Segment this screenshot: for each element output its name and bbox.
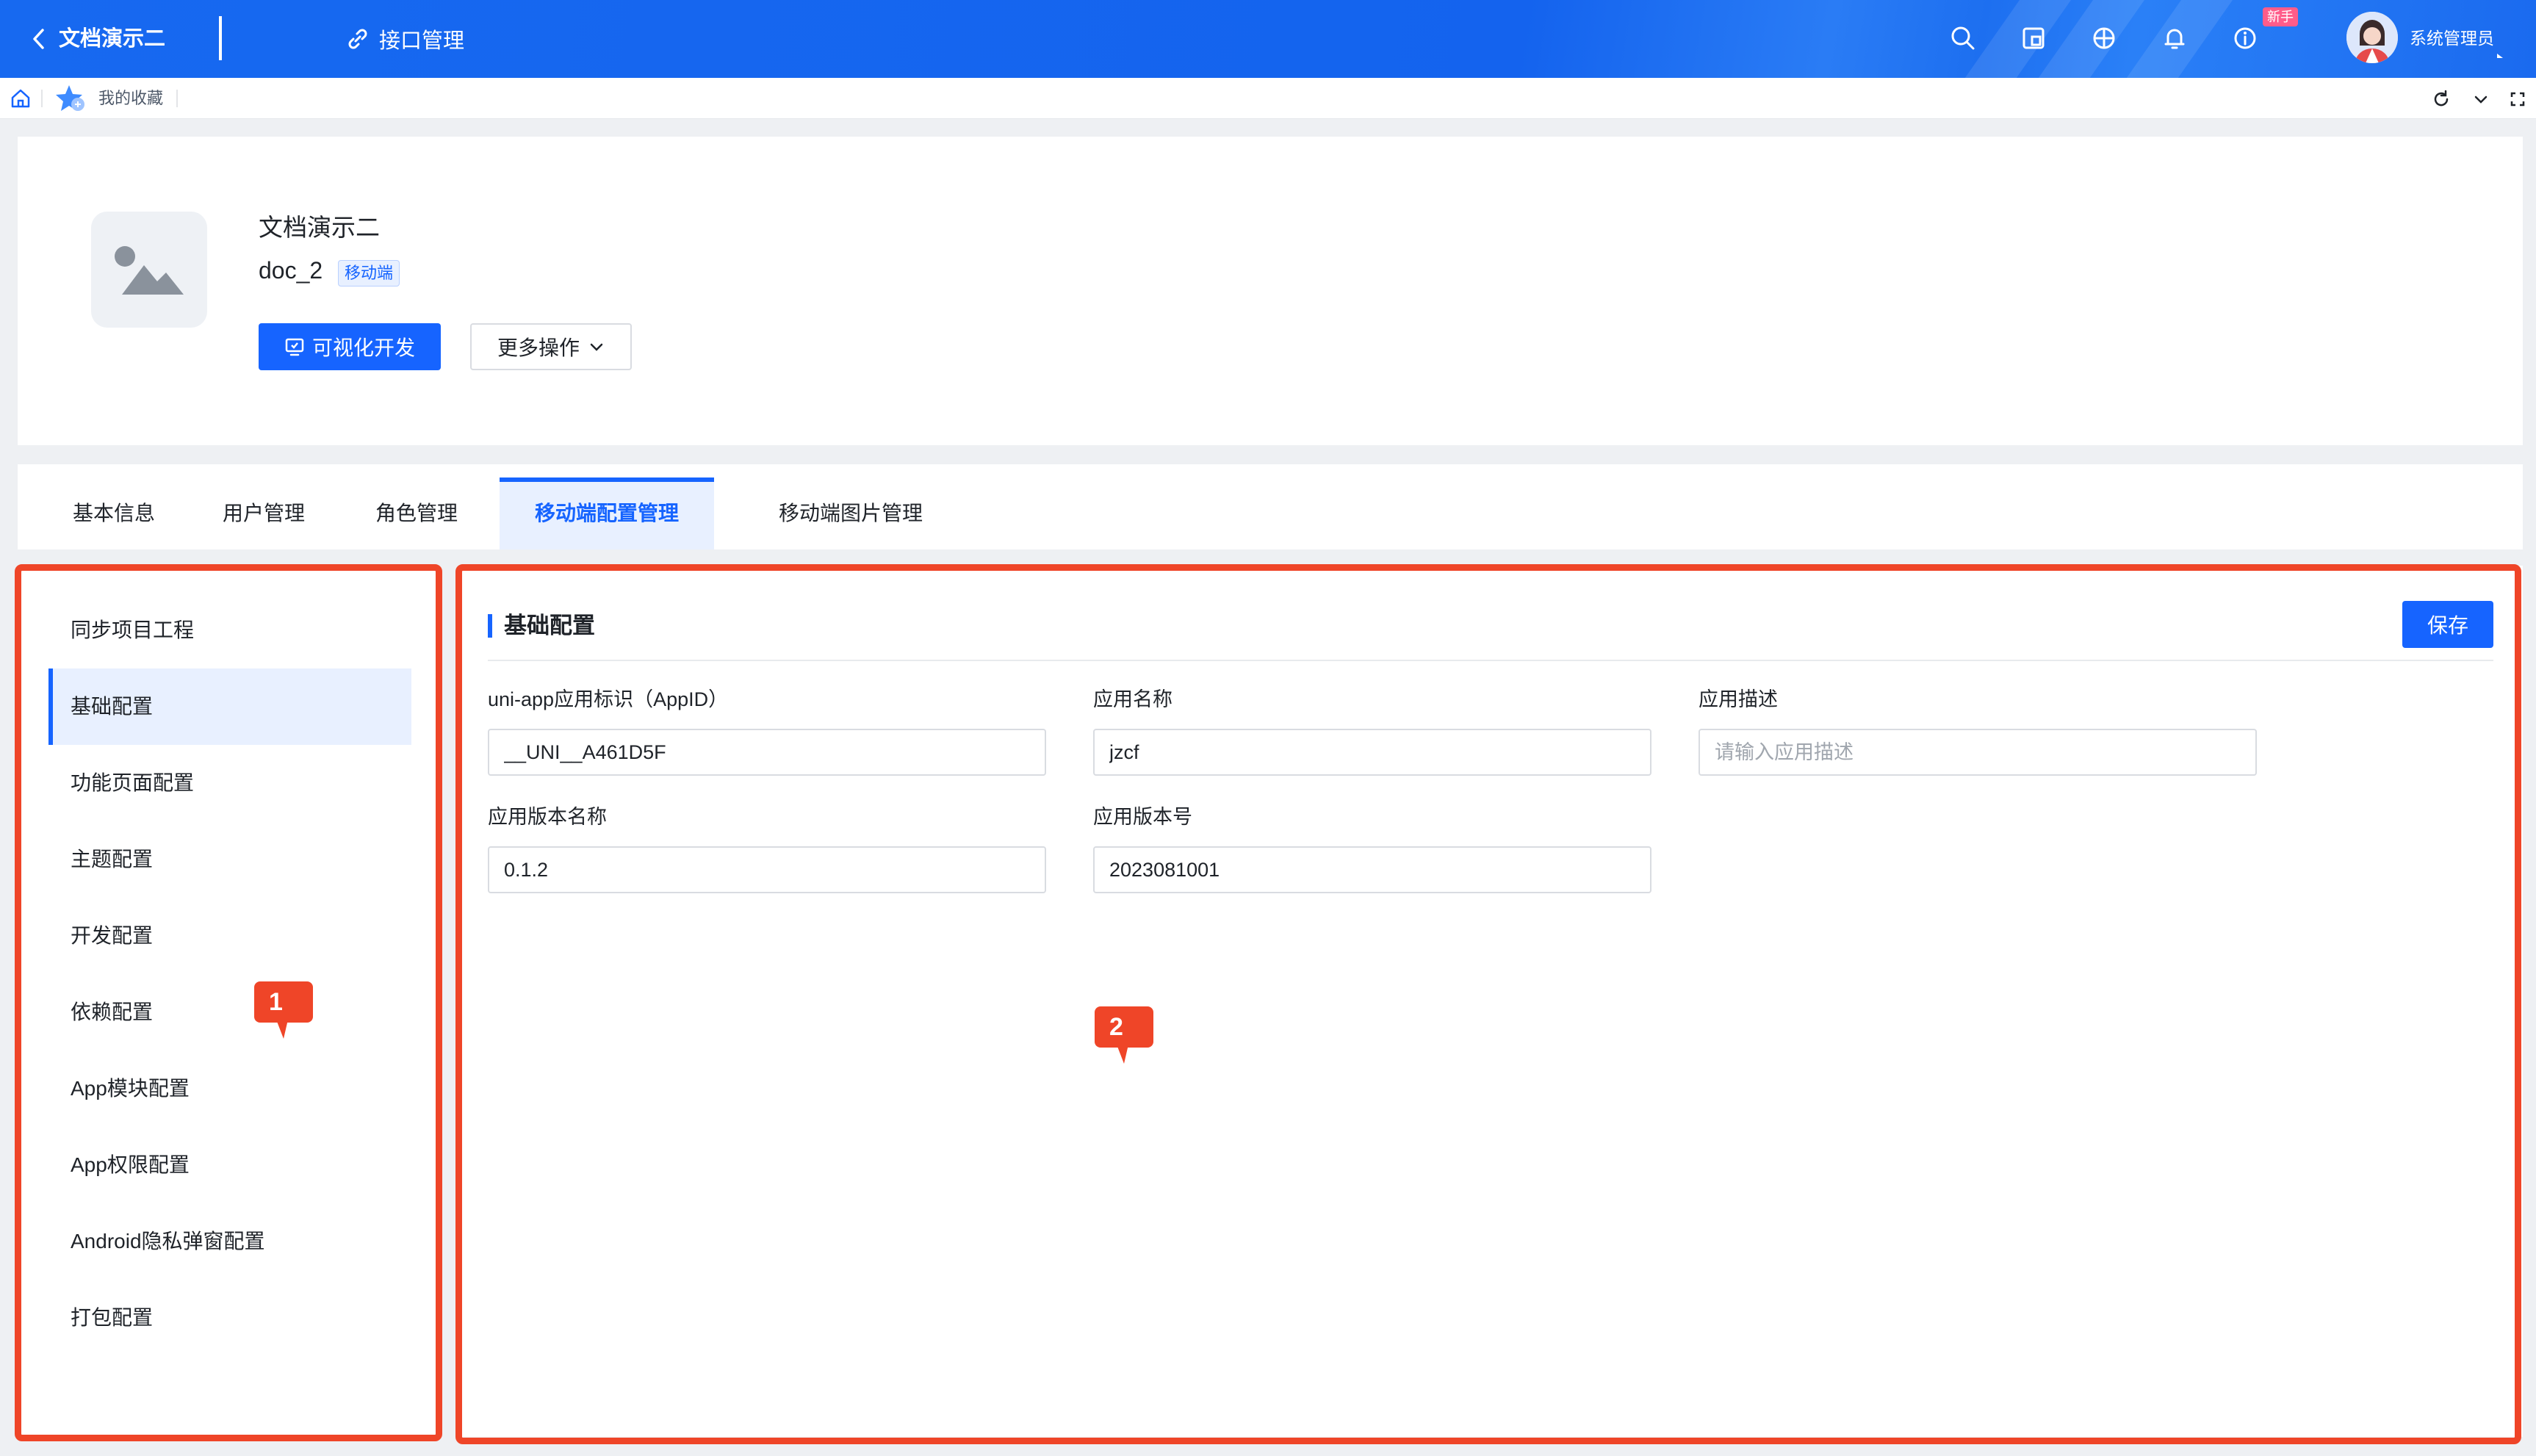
- search-icon: [1951, 26, 1975, 50]
- monitor-icon: [285, 338, 304, 356]
- refresh-icon: [2434, 90, 2449, 107]
- header-divider: [219, 16, 222, 60]
- main-tabs: 基本信息 用户管理 角色管理 移动端配置管理 移动端图片管理: [18, 464, 2523, 549]
- search-button[interactable]: [1945, 21, 1981, 56]
- star-icon: [56, 85, 84, 111]
- image-placeholder-icon: [115, 246, 184, 295]
- favorites-label[interactable]: 我的收藏: [98, 88, 163, 109]
- app-code: doc_2: [259, 257, 323, 284]
- tab-menu-button[interactable]: [2468, 87, 2493, 112]
- help-button[interactable]: [2227, 21, 2263, 56]
- link-icon: [348, 29, 367, 49]
- user-avatar[interactable]: [2346, 12, 2398, 63]
- new-user-badge[interactable]: 新手: [2263, 7, 2298, 26]
- chevron-down-icon: [2474, 95, 2488, 104]
- more-actions-button[interactable]: 更多操作: [470, 323, 632, 370]
- bell-icon: [2164, 29, 2185, 49]
- api-management-label: 接口管理: [379, 29, 465, 53]
- api-management-link[interactable]: 接口管理: [345, 22, 464, 56]
- tab-user-management[interactable]: 用户管理: [210, 477, 317, 549]
- user-menu-caret-icon[interactable]: [2497, 54, 2503, 58]
- chevron-left-icon: [33, 29, 44, 49]
- tab-basic-info[interactable]: 基本信息: [60, 477, 167, 549]
- visual-development-button[interactable]: 可视化开发: [259, 323, 441, 370]
- annotation-marker-1: 1: [254, 981, 313, 1039]
- page-tab-strip: 我的收藏: [0, 78, 2536, 119]
- user-name[interactable]: 系统管理员: [2410, 24, 2494, 53]
- info-icon: [2234, 27, 2256, 49]
- app-name: 文档演示二: [259, 214, 380, 241]
- top-header: 文档演示二 接口管理 新手 系统管理员: [0, 0, 2536, 78]
- strip-divider: [41, 90, 43, 107]
- app-title: 文档演示二: [59, 27, 166, 51]
- window-icon: [2022, 27, 2045, 49]
- visual-development-label: 可视化开发: [311, 336, 415, 359]
- annotation-box-1: [15, 564, 442, 1441]
- annotation-marker-2: 2: [1095, 1006, 1153, 1064]
- home-icon: [11, 89, 30, 108]
- avatar-icon: [2346, 12, 2398, 63]
- annotation-box-2: [455, 564, 2521, 1444]
- window-button[interactable]: [2016, 21, 2051, 56]
- fullscreen-button[interactable]: [2505, 87, 2530, 112]
- favorites-button[interactable]: [53, 82, 88, 115]
- more-actions-label: 更多操作: [497, 336, 580, 359]
- tab-mobile-images[interactable]: 移动端图片管理: [745, 477, 957, 549]
- app-thumbnail: [91, 212, 207, 328]
- app-info-card: 文档演示二 doc_2 移动端 可视化开发 更多操作: [18, 137, 2523, 445]
- fullscreen-icon: [2510, 92, 2525, 107]
- refresh-button[interactable]: [2429, 87, 2454, 112]
- notification-button[interactable]: [2157, 21, 2192, 56]
- strip-divider: [176, 90, 178, 107]
- home-button[interactable]: [9, 87, 32, 110]
- chevron-down-icon: [590, 343, 603, 351]
- back-button[interactable]: [22, 22, 56, 56]
- app-platform-tag: 移动端: [338, 260, 400, 286]
- globe-button[interactable]: [2086, 21, 2122, 56]
- tab-role-management[interactable]: 角色管理: [363, 477, 470, 549]
- tab-mobile-config[interactable]: 移动端配置管理: [500, 477, 714, 549]
- globe-icon: [2093, 27, 2115, 49]
